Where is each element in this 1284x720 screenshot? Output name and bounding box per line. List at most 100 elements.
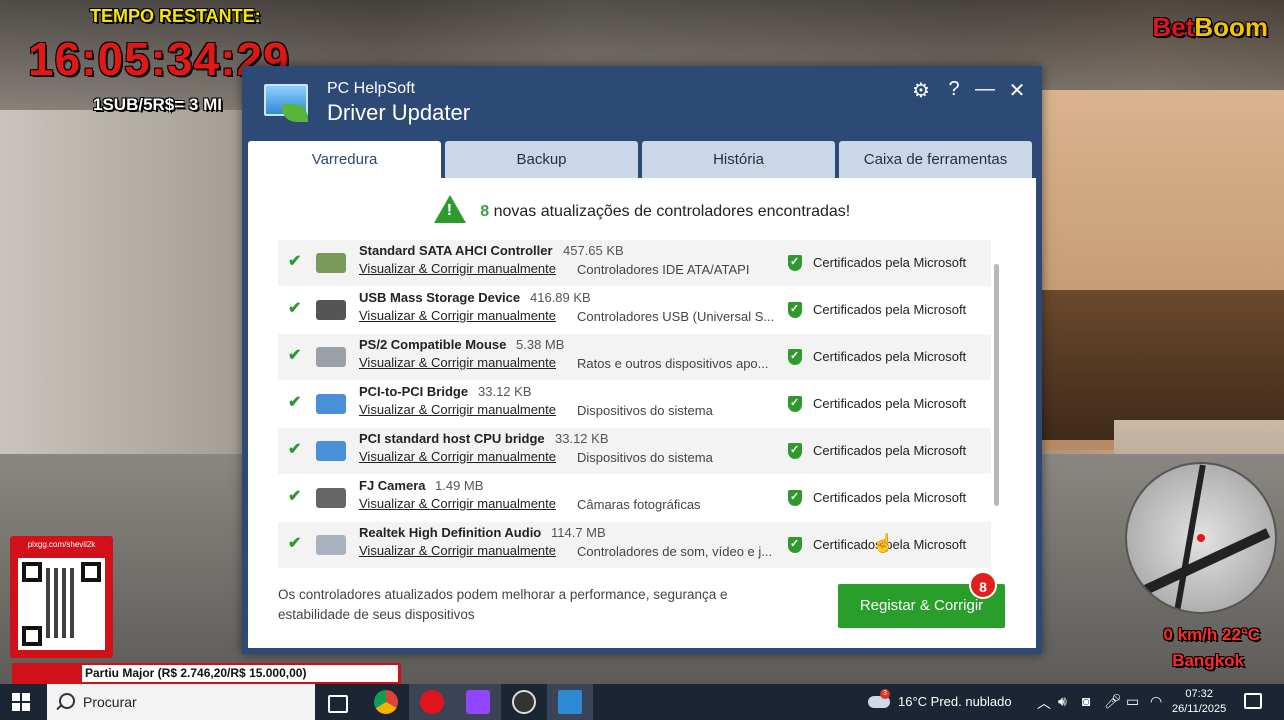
shield-check-icon xyxy=(788,349,802,365)
minimize-icon[interactable]: — xyxy=(973,78,997,101)
windows-start-icon[interactable] xyxy=(12,693,30,711)
app-title: Driver Updater xyxy=(327,100,471,125)
driver-size: 114.7 MB xyxy=(551,525,606,540)
driver-list: ✔ Realtek High Definition Audio 114.7 MB Vi… xyxy=(278,240,1006,568)
app-brand: PC HelpSoft xyxy=(327,80,416,97)
twitch-icon[interactable] xyxy=(466,690,490,714)
driver-category: Dispositivos do sistema xyxy=(577,403,713,418)
microsoft-certified-label: Certificados pela Microsoft xyxy=(813,302,967,317)
qr-finder xyxy=(22,562,42,582)
start-pane xyxy=(22,693,30,701)
driver-updater-taskbar-icon[interactable] xyxy=(558,690,582,714)
storage-controller-icon xyxy=(316,253,346,273)
fix-manually-link[interactable]: Visualizar & Corrigir manualmente xyxy=(359,308,556,323)
search-placeholder: Procurar xyxy=(83,694,137,710)
microsoft-certified-label: Certificados pela Microsoft xyxy=(813,490,967,505)
shield-check-icon xyxy=(788,537,802,553)
driver-checkbox[interactable]: ✔ xyxy=(288,489,304,505)
fix-manually-link[interactable]: Visualizar & Corrigir manualmente xyxy=(359,261,556,276)
shield-check-icon xyxy=(788,255,802,271)
fix-manually-link[interactable]: Visualizar & Corrigir manualmente xyxy=(359,496,556,511)
driver-category: Controladores USB (Universal S... xyxy=(577,309,775,324)
tab-caixa-de-ferramentas[interactable]: Caixa de ferramentas xyxy=(839,141,1032,179)
fix-manually-link[interactable]: Visualizar & Corrigir manualmente xyxy=(359,355,556,370)
driver-size: 416.89 KB xyxy=(530,290,591,305)
tab-historia[interactable]: História xyxy=(642,141,835,179)
city-name: Bangkok xyxy=(1172,651,1244,670)
microsoft-certified-label: Certificados pela Microsoft xyxy=(813,443,967,458)
chrome-icon[interactable] xyxy=(374,690,398,714)
battery-icon[interactable]: ▭ xyxy=(1126,693,1139,710)
taskbar: Procurar 3 16°C Pred. nublado ︿ 🔊︎ ◙ 🎤︎ … xyxy=(0,684,1284,720)
driver-checkbox[interactable]: ✔ xyxy=(288,442,304,458)
timer-label: TEMPO RESTANTE: xyxy=(90,6,261,26)
shield-check-icon xyxy=(788,302,802,318)
tray-chevron-icon[interactable]: ︿ xyxy=(1037,693,1051,713)
driver-row: ✔ USB Mass Storage Device 416.89 KB Visuali… xyxy=(278,287,991,333)
fix-manually-link[interactable]: Visualizar & Corrigir manualmente xyxy=(359,402,556,417)
mouse-cursor-icon: ☝ xyxy=(872,533,895,553)
driver-name: PS/2 Compatible Mouse xyxy=(359,337,507,352)
weather-text[interactable]: 16°C Pred. nublado xyxy=(898,694,1012,709)
driver-name: USB Mass Storage Device xyxy=(359,290,521,305)
sponsor-logo-part2: Boom xyxy=(1194,12,1268,42)
fix-manually-link[interactable]: Visualizar & Corrigir manualmente xyxy=(359,543,556,558)
speed-temperature: 0 km/h 22°C xyxy=(1163,625,1260,644)
system-clock[interactable]: 07:32 26/11/2025 xyxy=(1172,687,1226,717)
start-pane xyxy=(22,703,30,711)
computer-icon xyxy=(316,394,346,414)
driver-checkbox[interactable]: ✔ xyxy=(288,536,304,552)
notification-center-icon[interactable] xyxy=(1244,693,1262,709)
taskbar-search[interactable]: Procurar xyxy=(47,684,315,720)
speaker-icon xyxy=(316,535,346,555)
tab-varredura[interactable]: Varredura xyxy=(248,141,441,179)
opera-icon[interactable] xyxy=(420,690,444,714)
driver-name: Standard SATA AHCI Controller xyxy=(359,243,553,258)
driver-row: ✔ PS/2 Compatible Mouse 5.38 MB Visualizar … xyxy=(278,334,991,380)
shield-check-icon xyxy=(788,490,802,506)
webcam-tray-icon[interactable]: ◙ xyxy=(1082,693,1090,709)
help-icon[interactable]: ? xyxy=(942,78,966,101)
update-count: 8 xyxy=(480,203,490,221)
qr-pattern xyxy=(46,568,76,638)
driver-size: 33.12 KB xyxy=(555,431,609,446)
headline-text: novas atualizações de controladores enco… xyxy=(493,203,851,221)
fix-manually-link[interactable]: Visualizar & Corrigir manualmente xyxy=(359,449,556,464)
driver-category: Controladores IDE ATA/ATAPI xyxy=(577,262,750,277)
shield-check-icon xyxy=(788,443,802,459)
scan-headline: ! 8 novas atualizações de controladores … xyxy=(248,195,1036,226)
tab-backup[interactable]: Backup xyxy=(445,141,638,179)
driver-category: Câmaras fotográficas xyxy=(577,497,701,512)
qr-finder xyxy=(81,562,101,582)
close-icon[interactable]: ✕ xyxy=(1005,78,1029,103)
donation-goal-text: Partiu Major (R$ 2.746,20/R$ 15.000,00) xyxy=(82,665,398,682)
driver-checkbox[interactable]: ✔ xyxy=(288,348,304,364)
list-scrollbar[interactable] xyxy=(994,264,999,506)
obs-icon[interactable] xyxy=(512,690,536,714)
qr-finder xyxy=(22,626,42,646)
footer-note: Os controladores atualizados podem melho… xyxy=(278,587,728,622)
usb-drive-icon xyxy=(316,300,346,320)
driver-updater-window: PC HelpSoft Driver Updater ⚙ ? — ✕ Varre… xyxy=(242,66,1042,654)
tab-bar: Varredura Backup História Caixa de ferra… xyxy=(248,141,1036,179)
driver-size: 5.38 MB xyxy=(516,337,565,352)
microphone-icon[interactable]: 🎤︎ xyxy=(1104,693,1122,710)
driver-name: PCI standard host CPU bridge xyxy=(359,431,545,446)
driver-checkbox[interactable]: ✔ xyxy=(288,395,304,411)
driver-checkbox[interactable]: ✔ xyxy=(288,254,304,270)
driver-row: ✔ FJ Camera 1.49 MB Visualizar & Corrigir m… xyxy=(278,475,991,521)
minimap xyxy=(1125,462,1277,614)
driver-name: PCI-to-PCI Bridge xyxy=(359,384,469,399)
volume-icon[interactable]: 🔊︎ xyxy=(1058,693,1067,710)
mouse-icon xyxy=(316,347,346,367)
task-view-icon[interactable] xyxy=(328,695,348,713)
sponsor-logo-part1: Bet xyxy=(1152,12,1195,42)
computer-icon xyxy=(316,441,346,461)
driver-category: Ratos e outros dispositivos apo... xyxy=(577,356,769,371)
counter xyxy=(1039,290,1284,440)
driver-size: 33.12 KB xyxy=(478,384,532,399)
player-marker-icon xyxy=(1197,534,1205,542)
wifi-icon[interactable]: ◠ xyxy=(1150,693,1162,710)
driver-checkbox[interactable]: ✔ xyxy=(288,301,304,317)
settings-gear-icon[interactable]: ⚙ xyxy=(909,78,933,103)
